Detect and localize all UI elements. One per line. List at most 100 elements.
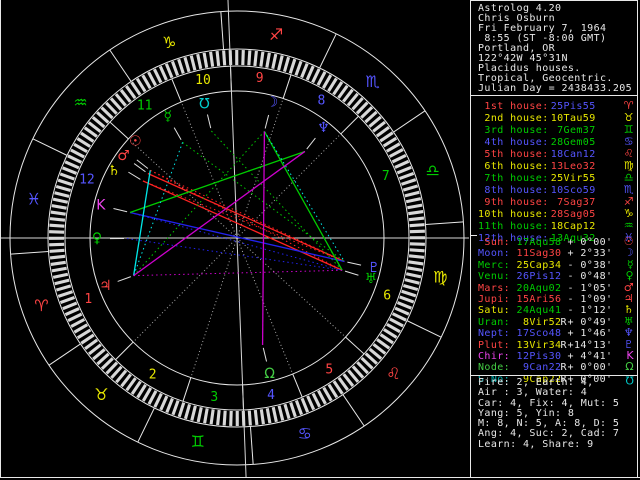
divider-houses-tick [471, 235, 477, 236]
sun-icon: ☉ [129, 134, 142, 150]
sign-boundary [49, 344, 80, 365]
stats-line-6: Learn: 4, Share: 9 [478, 440, 619, 450]
aspect-line-venus-uranus [127, 239, 342, 271]
degree-tick [224, 50, 225, 65]
moon-pointer [265, 115, 268, 129]
planet-velocity: - 1°05' [568, 284, 613, 294]
planet-position-list: Sun: 17Aqu58+ 0°00'☉Moon: 11Sag30+ 2°33'… [478, 237, 636, 385]
sagittarius-sign-icon: ♐ [269, 25, 283, 44]
sagittarius-sign-icon: ♐ [624, 196, 636, 207]
house-cusp-segment-8 [341, 116, 359, 134]
house-row-9: 9th house: 7Sag37♐ [478, 196, 636, 208]
degree-tick [410, 225, 425, 226]
house-number-11: 11 [137, 99, 153, 114]
degree-tick [205, 408, 208, 423]
sign-boundary [221, 12, 224, 50]
degree-tick [143, 75, 151, 88]
degree-tick [284, 57, 288, 71]
house-row-5: 5th house:18Can12♌ [478, 148, 636, 160]
house-label: 10th house: [478, 209, 549, 220]
sign-boundary [426, 222, 464, 225]
house-label: 3rd house: [478, 125, 549, 136]
planet-velocity: - 1°09' [568, 295, 613, 305]
degree-tick [273, 407, 276, 422]
planet-label: Merc: [478, 261, 517, 271]
planet-label: Sun: [478, 238, 517, 248]
degree-tick [261, 409, 263, 424]
degree-tick [408, 212, 423, 214]
border-top-right [470, 0, 638, 1]
degree-tick [323, 75, 330, 88]
house-cusp-value: 10Tau59 [549, 113, 596, 124]
mars-icon: ♂ [117, 148, 130, 164]
pluto-icon: ♇ [367, 260, 380, 276]
planet-position-value: 15Ari56 [517, 295, 561, 305]
planet-row-chiron: Chir: 12Pis30+ 4°41'K [478, 351, 636, 362]
virgo-sign-icon: ♍ [624, 160, 636, 171]
planet-velocity: + 0°00' [568, 363, 613, 373]
house-cusp-line-3 [191, 238, 237, 378]
degree-tick [217, 51, 219, 66]
degree-tick [267, 53, 270, 68]
house-cusp-value: 18Can12 [549, 149, 596, 160]
pluto-pointer [347, 262, 361, 265]
leo-sign-icon: ♌ [386, 364, 400, 383]
degree-tick [399, 173, 413, 178]
degree-tick [318, 391, 325, 404]
jupiter-icon: ♃ [99, 278, 112, 294]
house-number-1: 1 [84, 292, 92, 307]
degree-tick [296, 400, 301, 414]
house-cusp-line-2 [133, 238, 237, 342]
panel-divider [470, 0, 471, 478]
house-number-8: 8 [317, 93, 325, 108]
degree-tick [249, 411, 250, 426]
planet-position-value: 26Pis12 [517, 272, 561, 282]
planet-row-mars: Mars: 20Aqu02- 1°05'♂ [478, 283, 636, 294]
degree-tick [167, 398, 173, 412]
degree-tick [400, 297, 414, 302]
degree-tick [149, 72, 156, 85]
planet-velocity: +14°13' [568, 341, 613, 351]
degree-tick [172, 61, 177, 75]
degree-tick [53, 274, 68, 277]
planet-velocity: + 4°41' [568, 352, 613, 362]
astrolog-screen: ♈♉♊♋♌♍♎♏♐♑♒♓123456789101112☉☽☿♀♂♃♄♅♆♇KΩΩ… [0, 0, 640, 480]
house-cusp-segment-6 [346, 337, 364, 354]
retrograde-flag: R [561, 341, 568, 351]
virgo-sign-icon: ♍ [433, 268, 447, 287]
capricorn-sign-icon: ♑ [162, 33, 176, 52]
planet-position-value: 24Aqu41 [517, 306, 561, 316]
house-cusp-value: 13Leo32 [549, 161, 596, 172]
degree-tick [405, 192, 420, 196]
aspect-line-jupiter-neptune [134, 151, 305, 275]
degree-tick [50, 219, 65, 221]
planet-label: Mars: [478, 284, 517, 294]
house-cusp-list: 1st house:25Pis55♈ 2nd house:10Tau59♉ 3r… [478, 100, 636, 244]
node-pointer [263, 348, 266, 362]
planet-label: Moon: [478, 249, 517, 259]
leo-sign-icon: ♌ [624, 148, 636, 159]
degree-tick [55, 193, 70, 197]
planet-row-sun: Sun: 17Aqu58+ 0°00'☉ [478, 237, 636, 248]
cancer-sign-icon: ♋ [624, 136, 636, 147]
chiron-icon: K [96, 198, 106, 214]
planet-position-value: 8Vir52 [517, 318, 561, 328]
aspect-line-saturn-uranus [143, 181, 342, 270]
aries-sign-icon: ♈ [624, 100, 636, 111]
degree-tick [290, 59, 295, 73]
degree-tick [267, 408, 270, 423]
mercury-pointer [174, 128, 181, 140]
degree-tick [65, 162, 79, 168]
aspect-line-moon-node [263, 131, 265, 345]
sign-boundary [11, 251, 49, 254]
degree-tick [393, 314, 406, 321]
degree-tick [51, 262, 66, 264]
planet-position-value: 17Sco48 [517, 329, 561, 339]
planet-row-north-node: Node: 9Can22R+ 0°00'Ω [478, 362, 636, 373]
sign-boundary [343, 395, 364, 426]
house-label: 2nd house: [478, 113, 549, 124]
sign-boundary [407, 321, 441, 338]
degree-tick [71, 150, 84, 157]
degree-tick [318, 72, 325, 85]
house-cusp-segment-12 [110, 122, 128, 139]
